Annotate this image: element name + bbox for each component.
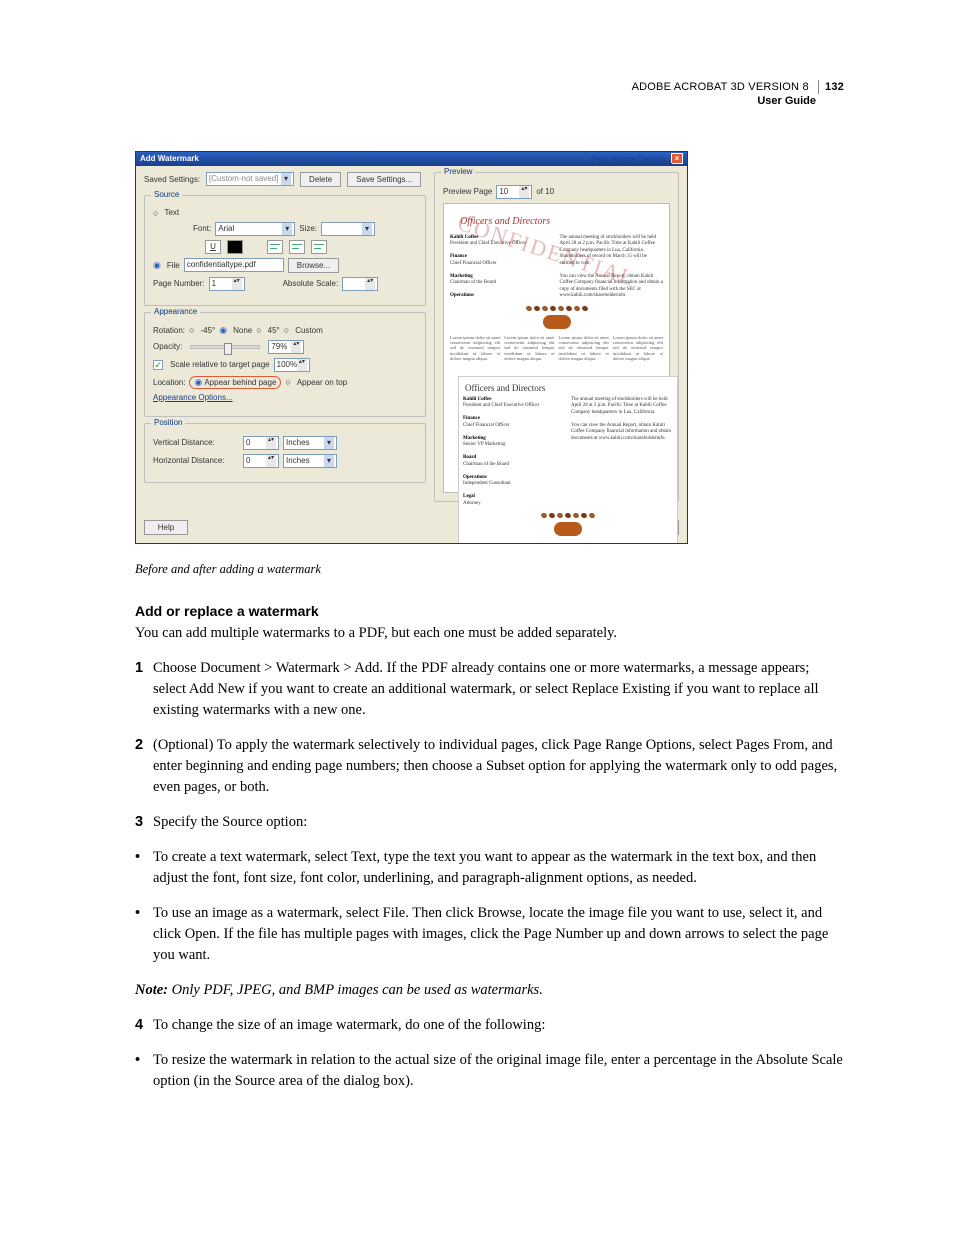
rot-custom-radio[interactable] [284, 325, 291, 335]
appear-behind-radio[interactable] [194, 377, 204, 388]
rotation-label: Rotation: [153, 326, 185, 335]
bullet-icon: • [135, 847, 153, 889]
bullet-item: • To create a text watermark, select Tex… [135, 847, 844, 889]
color-swatch-icon[interactable] [227, 240, 243, 254]
location-behind-highlight: Appear behind page [189, 376, 281, 389]
appearance-options-link[interactable]: Appearance Options... [153, 393, 233, 402]
delete-button[interactable]: Delete [300, 172, 341, 187]
vdist-unit-dropdown[interactable]: Inches▾ [283, 436, 337, 450]
bullet-item: • To use an image as a watermark, select… [135, 903, 844, 966]
opacity-stepper[interactable]: 79%▴▾ [268, 340, 304, 354]
size-dropdown[interactable]: ▾ [321, 222, 375, 236]
opacity-label: Opacity: [153, 342, 182, 351]
text-radio[interactable] [153, 208, 160, 218]
kahili-logo-icon [543, 315, 571, 329]
preview-page-stepper[interactable]: 10▴▾ [496, 185, 532, 199]
step-number: 2 [135, 735, 153, 798]
opacity-slider[interactable] [190, 345, 260, 349]
file-path-input[interactable]: confidentialtype.pdf [184, 258, 284, 272]
hdist-label: Horizontal Distance: [153, 456, 239, 465]
size-label: Size: [299, 224, 317, 233]
chevron-down-icon: ▾ [282, 223, 292, 235]
page-number-label: Page Number: [153, 279, 205, 288]
rot-none-radio[interactable] [219, 325, 229, 336]
file-radio[interactable] [153, 260, 163, 271]
absolute-scale-stepper[interactable]: ▴▾ [342, 277, 378, 291]
preview-legend: Preview [441, 167, 475, 176]
bullet-item: • To resize the watermark in relation to… [135, 1050, 844, 1092]
section-heading: Add or replace a watermark [135, 603, 844, 619]
chevron-down-icon: ▾ [324, 455, 334, 467]
saved-settings-label: Saved Settings: [144, 175, 200, 184]
source-group: Source Text Font: Arial▾ Size: ▾ U [144, 195, 426, 306]
kahili-logo-icon [554, 522, 582, 536]
hdist-unit-dropdown[interactable]: Inches▾ [283, 454, 337, 468]
page-number-stepper[interactable]: 1▴▾ [209, 277, 245, 291]
intro-paragraph: You can add multiple watermarks to a PDF… [135, 623, 844, 644]
align-right-icon[interactable] [311, 240, 327, 254]
bullet-icon: • [135, 903, 153, 966]
chevron-down-icon: ▾ [324, 437, 334, 449]
source-legend: Source [151, 190, 182, 199]
dialog-title: Add Watermark [140, 152, 199, 166]
note-paragraph: Note: Only PDF, JPEG, and BMP images can… [135, 980, 844, 1001]
position-legend: Position [151, 418, 185, 427]
align-left-icon[interactable] [267, 240, 283, 254]
product-name: ADOBE ACROBAT 3D VERSION 8 [632, 81, 809, 93]
help-button[interactable]: Help [144, 520, 188, 535]
page-number: 132 [818, 80, 844, 94]
preview-page-label: Preview Page [443, 187, 492, 196]
step-number: 1 [135, 658, 153, 721]
close-icon[interactable]: × [671, 153, 683, 164]
step-1: 1 Choose Document > Watermark > Add. If … [135, 658, 844, 721]
before-doc-overlay: Officers and Directors Kahili CoffeePres… [458, 376, 678, 544]
figure-caption: Before and after adding a watermark [135, 562, 844, 577]
rot-p45-radio[interactable] [256, 325, 263, 335]
underline-icon[interactable]: U [205, 240, 221, 254]
browse-button[interactable]: Browse... [288, 258, 339, 273]
chevron-down-icon: ▾ [281, 173, 291, 185]
step-3: 3 Specify the Source option: [135, 812, 844, 833]
step-4: 4 To change the size of an image waterma… [135, 1015, 844, 1036]
location-label: Location: [153, 378, 185, 387]
add-watermark-dialog: Add Watermark × Saved Settings: [Custom-… [135, 151, 688, 544]
saved-settings-combo[interactable]: [Custom-not saved]▾ [206, 172, 294, 186]
chevron-down-icon: ▾ [362, 223, 372, 235]
absolute-scale-label: Absolute Scale: [283, 279, 339, 288]
vdist-label: Vertical Distance: [153, 438, 239, 447]
font-label: Font: [193, 224, 211, 233]
font-dropdown[interactable]: Arial▾ [215, 222, 295, 236]
appearance-group: Appearance Rotation: -45° None 45° Custo… [144, 312, 426, 417]
step-number: 4 [135, 1015, 153, 1036]
align-center-icon[interactable] [289, 240, 305, 254]
vdist-stepper[interactable]: 0▴▾ [243, 436, 279, 450]
step-2: 2 (Optional) To apply the watermark sele… [135, 735, 844, 798]
bullet-icon: • [135, 1050, 153, 1092]
rot-m45-radio[interactable] [189, 325, 196, 335]
screenshot-figure: Add Watermark × Saved Settings: [Custom-… [135, 151, 844, 544]
page-header: ADOBE ACROBAT 3D VERSION 8 132 User Guid… [135, 80, 844, 109]
hdist-stepper[interactable]: 0▴▾ [243, 454, 279, 468]
position-group: Position Vertical Distance: 0▴▾ Inches▾ … [144, 423, 426, 483]
appearance-legend: Appearance [151, 307, 200, 316]
guide-subtitle: User Guide [135, 94, 844, 108]
appear-ontop-radio[interactable] [285, 377, 292, 387]
save-settings-button[interactable]: Save Settings... [347, 172, 421, 187]
scale-relative-stepper[interactable]: 100%▴▾ [274, 358, 310, 372]
page-range-options-link[interactable]: Page Range Options... [591, 155, 672, 164]
step-number: 3 [135, 812, 153, 833]
preview-page-total: of 10 [536, 187, 554, 196]
scale-relative-checkbox[interactable]: ✓ [153, 360, 163, 370]
